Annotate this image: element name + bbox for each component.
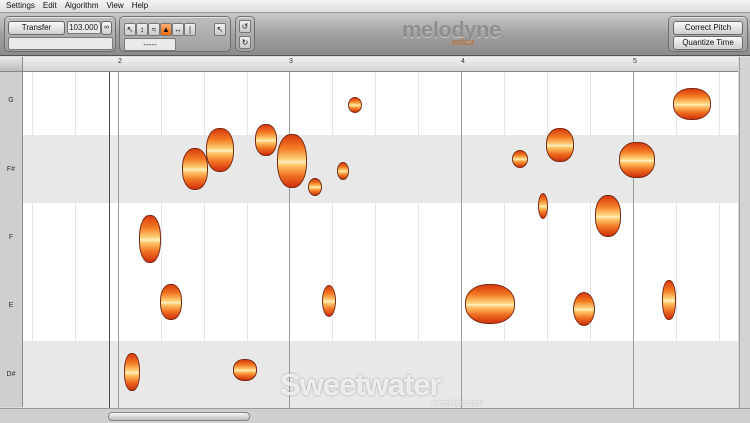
bar-number-2: 2 (118, 58, 122, 65)
note-blob[interactable] (337, 162, 349, 180)
bar-line (633, 72, 634, 408)
beat-line (32, 72, 33, 408)
amplitude-tool-icon[interactable]: ▲ (160, 23, 172, 36)
note-blob[interactable] (255, 124, 277, 156)
bar-line (289, 72, 290, 408)
pitch-ruler: G F# F E D# (0, 57, 23, 407)
note-blob[interactable] (573, 292, 595, 326)
scroll-tool-icon[interactable]: ↖ (214, 23, 226, 36)
pitch-label-f: F (8, 234, 14, 241)
menu-settings[interactable]: Settings (0, 0, 39, 12)
playback-cursor[interactable] (109, 72, 110, 408)
note-editor-grid[interactable] (23, 72, 738, 408)
toolbar: Transfer 103.000 ∞ ↖ ↕ ≈ ▲ ↔ ∣ ↖ ----- ↺… (0, 13, 750, 56)
tempo-field[interactable]: 103.000 (67, 21, 101, 34)
editor-logo-subtitle: editor (452, 37, 475, 47)
lane-f (23, 203, 738, 271)
menu-view[interactable]: View (103, 0, 128, 12)
note-blob[interactable] (233, 359, 257, 381)
beat-line (504, 72, 505, 408)
transfer-panel: Transfer 103.000 ∞ (4, 16, 116, 52)
bar-line (461, 72, 462, 408)
beat-line (719, 72, 720, 408)
note-blob[interactable] (465, 284, 515, 324)
pitch-label-e: E (8, 302, 14, 309)
time-ruler[interactable]: 2 3 4 5 (23, 57, 738, 72)
pitch-tool-icon[interactable]: ↕ (136, 23, 148, 36)
transfer-button[interactable]: Transfer (8, 21, 65, 35)
main-tool-icon[interactable]: ↖ (124, 23, 136, 36)
note-blob[interactable] (595, 195, 621, 237)
note-blob[interactable] (308, 178, 322, 196)
note-blob[interactable] (546, 128, 574, 162)
beat-line (247, 72, 248, 408)
pitch-label-g: G (8, 97, 14, 104)
bar-line (118, 72, 119, 408)
horizontal-scrollbar[interactable] (0, 408, 750, 423)
menu-help[interactable]: Help (128, 0, 152, 12)
menu-algorithm[interactable]: Algorithm (61, 0, 103, 12)
beat-line (547, 72, 548, 408)
pitch-label-f-sharp: F# (6, 166, 16, 173)
beat-line (332, 72, 333, 408)
pitch-label-d-sharp: D# (6, 371, 16, 378)
note-blob[interactable] (619, 142, 655, 178)
menu-bar: Settings Edit Algorithm View Help (0, 0, 750, 13)
note-blob[interactable] (538, 193, 548, 219)
sweetwater-watermark: Sweetwater (280, 367, 442, 402)
undo-icon[interactable]: ↺ (239, 20, 251, 33)
tools-panel: ↖ ↕ ≈ ▲ ↔ ∣ ↖ ----- (119, 16, 231, 52)
timing-tool-icon[interactable]: ↔ (172, 23, 184, 36)
separation-tool-icon[interactable]: ∣ (184, 23, 196, 36)
beat-line (590, 72, 591, 408)
horizontal-scroll-thumb[interactable] (108, 412, 250, 421)
correct-pitch-button[interactable]: Correct Pitch (673, 21, 743, 35)
note-blob[interactable] (160, 284, 182, 320)
lane-g (23, 72, 738, 135)
note-blob[interactable] (124, 353, 140, 391)
macro-panel: Correct Pitch Quantize Time (668, 16, 748, 52)
note-blob[interactable] (512, 150, 528, 168)
bar-number-3: 3 (289, 58, 293, 65)
undo-panel: ↺ ↻ (235, 16, 255, 52)
beat-line (204, 72, 205, 408)
lane-e (23, 271, 738, 341)
note-blob[interactable] (322, 285, 336, 317)
beat-line (75, 72, 76, 408)
vertical-scrollbar[interactable] (739, 57, 750, 408)
menu-edit[interactable]: Edit (39, 0, 61, 12)
quantize-time-button[interactable]: Quantize Time (673, 36, 743, 50)
tool-value-field: ----- (124, 38, 176, 51)
note-blob[interactable] (662, 280, 676, 320)
ruler-corner-button[interactable] (0, 57, 22, 72)
transfer-status-field (8, 37, 113, 50)
note-blob[interactable] (206, 128, 234, 172)
bar-number-5: 5 (633, 58, 637, 65)
beat-line (418, 72, 419, 408)
beat-line (161, 72, 162, 408)
beat-line (375, 72, 376, 408)
formant-tool-icon[interactable]: ≈ (148, 23, 160, 36)
link-icon[interactable]: ∞ (101, 21, 112, 35)
note-blob[interactable] (277, 134, 307, 188)
bar-number-4: 4 (461, 58, 465, 65)
note-blob[interactable] (673, 88, 711, 120)
note-blob[interactable] (182, 148, 208, 190)
beat-line (676, 72, 677, 408)
redo-icon[interactable]: ↻ (239, 36, 251, 49)
sweetwater-watermark-url: sweetwater.com (432, 400, 483, 407)
note-blob[interactable] (348, 97, 362, 113)
note-blob[interactable] (139, 215, 161, 263)
